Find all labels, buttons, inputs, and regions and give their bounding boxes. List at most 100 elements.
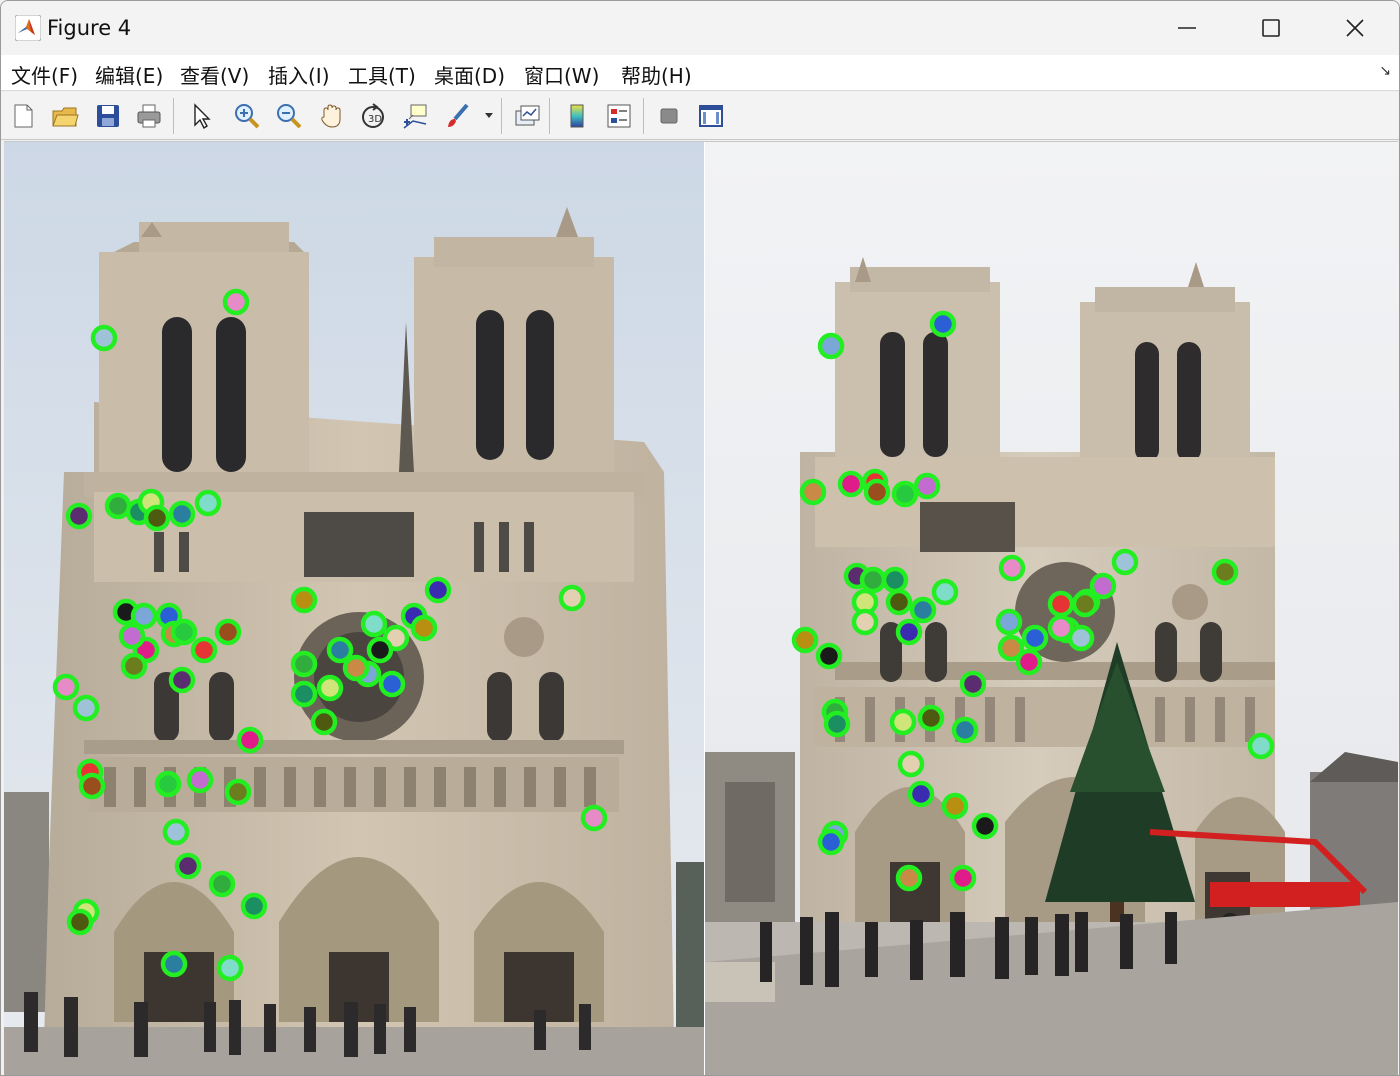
show-plot-tools-button[interactable]	[695, 100, 727, 132]
keypoint-marker	[959, 670, 987, 698]
right-cathedral-image	[705, 142, 1398, 1075]
keypoint-marker	[863, 478, 891, 506]
menu-tools[interactable]: 工具(T)	[348, 60, 416, 89]
rotate-3d-icon: 3D	[362, 103, 384, 128]
data-cursor-button[interactable]	[399, 100, 431, 132]
toolbar-separator	[501, 98, 502, 134]
keypoint-marker	[1071, 590, 1099, 618]
save-disk-icon	[97, 105, 119, 127]
keypoint-marker	[971, 812, 999, 840]
keypoint-marker	[378, 670, 406, 698]
keypoint-marker	[120, 652, 148, 680]
keypoint-marker	[222, 288, 250, 316]
undock-arrow-icon[interactable]: ↘	[1379, 63, 1391, 79]
keypoint-marker	[885, 588, 913, 616]
keypoint-marker	[52, 673, 80, 701]
menu-window[interactable]: 窗口(W)	[524, 60, 599, 89]
keypoint-marker	[168, 666, 196, 694]
keypoint-marker	[143, 504, 171, 532]
data-cursor-icon	[403, 104, 427, 129]
keypoint-marker	[154, 770, 182, 798]
left-photo-graphic	[4, 142, 704, 1075]
keypoint-marker	[998, 554, 1026, 582]
insert-legend-button[interactable]	[603, 100, 635, 132]
print-figure-button[interactable]	[133, 100, 165, 132]
brush-button[interactable]	[441, 100, 473, 132]
printer-icon	[137, 104, 161, 128]
keypoint-marker	[817, 828, 845, 856]
minimize-button[interactable]	[1145, 1, 1229, 55]
keypoint-marker	[929, 310, 957, 338]
close-icon	[1346, 19, 1364, 37]
menu-file[interactable]: 文件(F)	[11, 60, 78, 89]
keypoint-marker	[190, 636, 218, 664]
keypoint-marker	[186, 766, 214, 794]
open-file-button[interactable]	[49, 100, 81, 132]
keypoint-marker	[194, 489, 222, 517]
keypoint-marker	[949, 864, 977, 892]
figure-canvas[interactable]	[4, 141, 1398, 1075]
insert-colorbar-button[interactable]	[561, 100, 593, 132]
legend-icon	[607, 104, 631, 128]
minimize-icon	[1178, 27, 1196, 29]
keypoint-marker	[224, 778, 252, 806]
keypoint-marker	[895, 618, 923, 646]
keypoint-marker	[424, 576, 452, 604]
keypoint-marker	[118, 622, 146, 650]
zoom-out-button[interactable]	[273, 100, 305, 132]
menu-view[interactable]: 查看(V)	[180, 60, 249, 89]
menu-insert[interactable]: 插入(I)	[268, 60, 330, 89]
show-plot-tools-icon	[699, 105, 723, 127]
zoom-in-button[interactable]	[231, 100, 263, 132]
hand-icon	[321, 104, 341, 128]
toolbar-separator	[549, 98, 550, 134]
maximize-button[interactable]	[1229, 1, 1313, 55]
keypoint-marker	[360, 610, 388, 638]
link-plot-button[interactable]	[511, 100, 543, 132]
brush-icon	[448, 103, 469, 127]
save-figure-button[interactable]	[92, 100, 124, 132]
keypoint-marker	[66, 908, 94, 936]
brush-dropdown-button[interactable]	[481, 100, 497, 132]
keypoint-marker	[240, 892, 268, 920]
arrow-pointer-icon	[194, 103, 211, 130]
keypoint-marker	[1089, 572, 1117, 600]
hide-plot-tools-button[interactable]	[653, 100, 685, 132]
keypoint-marker	[1111, 548, 1139, 576]
keypoint-marker	[799, 478, 827, 506]
keypoint-marker	[236, 726, 264, 754]
keypoint-marker	[290, 650, 318, 678]
left-cathedral-image	[4, 142, 704, 1075]
edit-plot-button[interactable]	[185, 100, 217, 132]
title-bar[interactable]: Figure 4	[1, 1, 1399, 55]
pan-button[interactable]	[315, 100, 347, 132]
keypoint-marker	[1067, 624, 1095, 652]
keypoint-marker	[104, 492, 132, 520]
keypoint-marker	[951, 716, 979, 744]
menu-edit[interactable]: 编辑(E)	[95, 60, 163, 89]
keypoint-marker	[1015, 648, 1043, 676]
keypoint-marker	[290, 680, 318, 708]
window-title: Figure 4	[47, 16, 132, 40]
keypoint-marker	[162, 818, 190, 846]
figure-window: Figure 4 文件(F) 编辑(E) 查看(V) 插入(I) 工具(T) 桌…	[0, 0, 1400, 1076]
keypoint-marker	[1247, 732, 1275, 760]
maximize-icon	[1262, 19, 1280, 37]
keypoint-marker	[897, 750, 925, 778]
keypoint-marker	[216, 954, 244, 982]
menu-desktop[interactable]: 桌面(D)	[434, 60, 505, 89]
rotate-3d-button[interactable]: 3D	[357, 100, 389, 132]
close-button[interactable]	[1313, 1, 1397, 55]
keypoint-marker	[410, 614, 438, 642]
keypoint-marker	[891, 480, 919, 508]
keypoint-marker	[1021, 624, 1049, 652]
menu-help[interactable]: 帮助(H)	[621, 60, 692, 89]
new-figure-button[interactable]	[7, 100, 39, 132]
keypoint-marker	[72, 694, 100, 722]
figure-toolbar: 3D	[1, 92, 1399, 140]
keypoint-marker	[895, 864, 923, 892]
zoom-in-icon	[235, 104, 260, 129]
keypoint-marker	[174, 852, 202, 880]
keypoint-marker	[913, 472, 941, 500]
keypoint-marker	[851, 608, 879, 636]
